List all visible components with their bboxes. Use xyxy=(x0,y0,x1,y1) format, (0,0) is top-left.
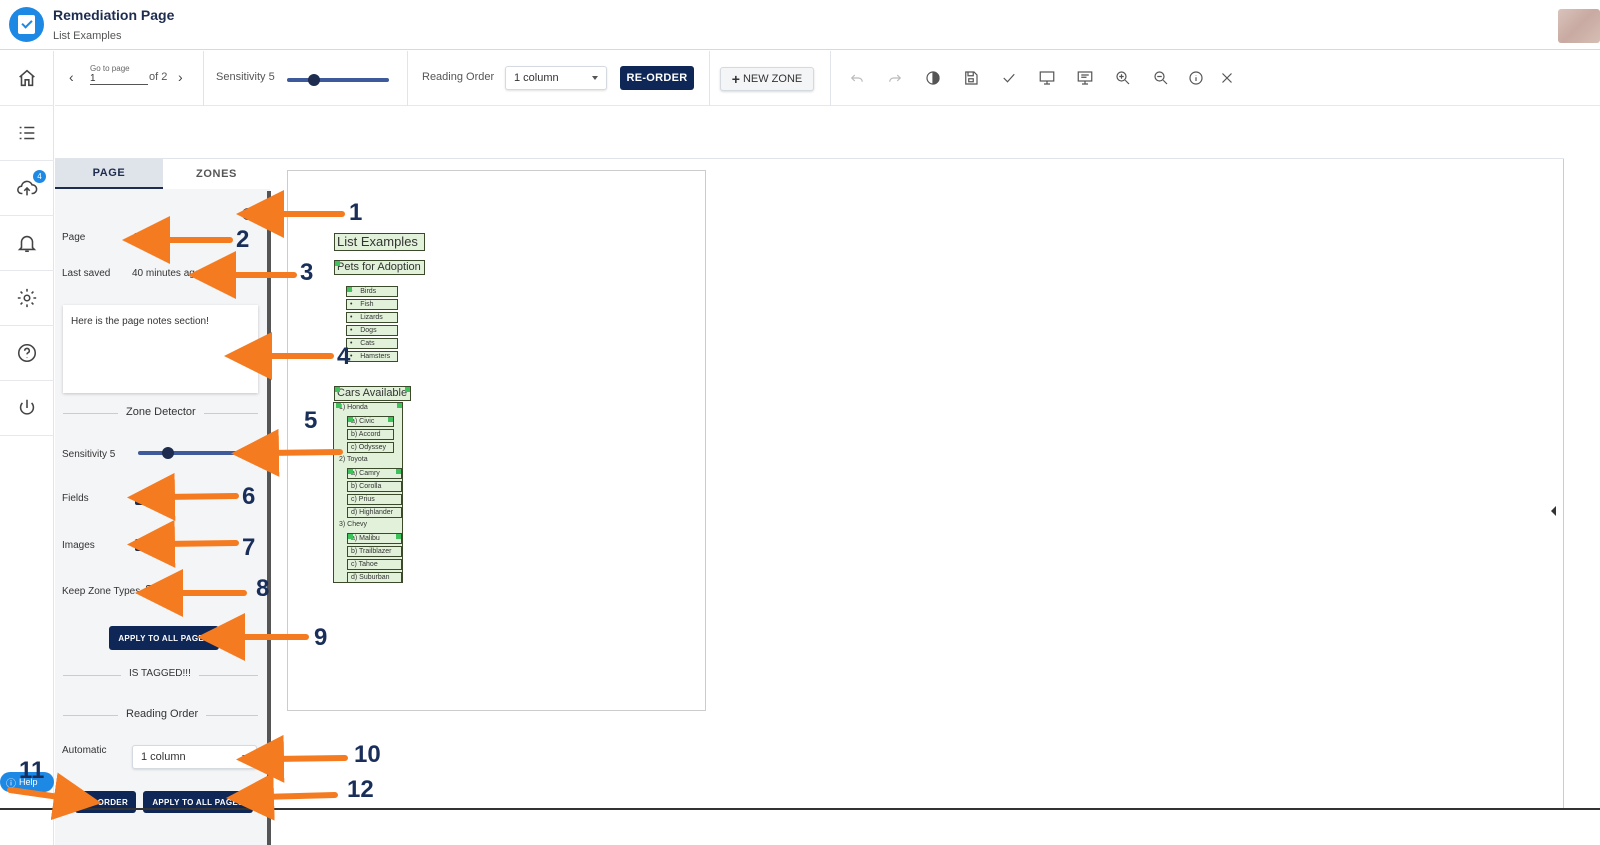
annotation-number: 4 xyxy=(337,343,351,370)
annotation-number: 6 xyxy=(242,483,256,510)
annotation-number: 11 xyxy=(19,757,45,784)
annotation-number: 10 xyxy=(354,741,381,768)
annotation-arrow xyxy=(127,519,239,568)
annotation-number: 8 xyxy=(256,575,270,602)
annotation-arrows xyxy=(7,190,348,821)
annotation-arrow xyxy=(236,734,348,783)
annotation-number: 5 xyxy=(304,407,318,434)
annotation-number: 2 xyxy=(236,226,250,253)
annotation-number: 1 xyxy=(349,199,363,226)
annotation-number: 3 xyxy=(300,259,314,286)
annotation-arrow xyxy=(127,472,239,521)
annotation-number: 7 xyxy=(242,534,256,561)
annotation-arrow xyxy=(226,772,338,821)
annotation-arrow xyxy=(231,428,343,477)
annotation-number: 12 xyxy=(347,776,374,803)
annotation-number: 9 xyxy=(314,624,328,651)
annotation-arrow xyxy=(7,772,102,821)
